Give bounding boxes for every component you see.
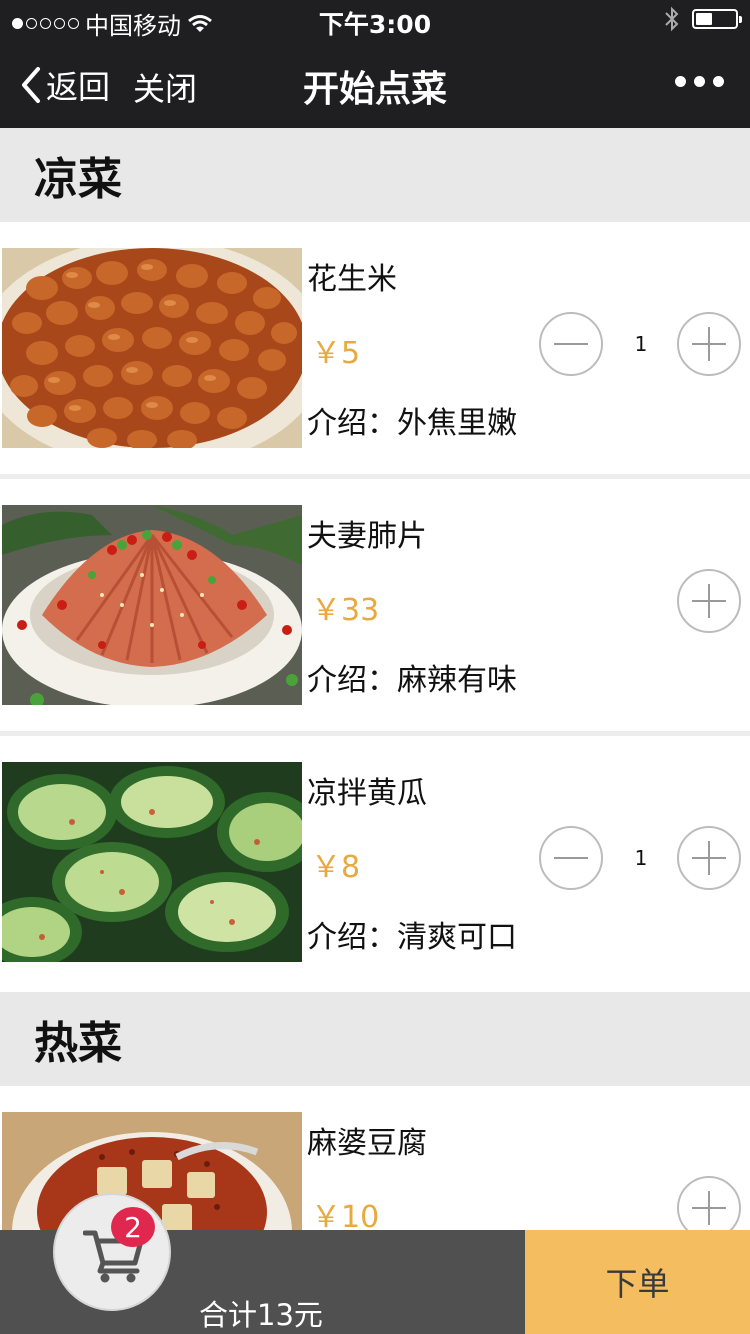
- decrease-quantity-button[interactable]: [539, 826, 603, 890]
- menu-list[interactable]: 凉菜 花生米 ￥5 介绍：外焦里嫩 1 夫妻肺片 ￥33 介绍：麻辣有味 凉拌黄…: [0, 128, 750, 1230]
- page-title: 开始点菜: [302, 69, 447, 110]
- cart-button[interactable]: [53, 1193, 171, 1311]
- category-header-hot: 热菜: [0, 992, 750, 1086]
- increase-quantity-button[interactable]: [677, 569, 741, 633]
- increase-quantity-button[interactable]: [677, 312, 741, 376]
- dish-name: 凉拌黄瓜: [307, 776, 427, 811]
- quantity-count: 1: [634, 332, 648, 356]
- increase-quantity-button[interactable]: [677, 826, 741, 890]
- nav-bar: 返回 关闭 开始点菜: [0, 40, 750, 128]
- cucumber-salad-photo: [2, 762, 302, 962]
- close-button[interactable]: 关闭: [133, 64, 197, 110]
- dish-item: 花生米 ￥5 介绍：外焦里嫩 1: [0, 222, 750, 479]
- dish-name: 麻婆豆腐: [307, 1126, 427, 1161]
- dish-item: 夫妻肺片 ￥33 介绍：麻辣有味: [0, 479, 750, 736]
- dish-price: ￥8: [311, 850, 361, 885]
- quantity-count: 1: [634, 846, 648, 870]
- fuqi-feipian-photo: [2, 505, 302, 705]
- place-order-button[interactable]: 下单: [525, 1230, 750, 1334]
- dish-description: 介绍：清爽可口: [307, 920, 517, 955]
- status-bar: 中国移动 下午3:00: [0, 0, 750, 40]
- dish-price: ￥33: [311, 593, 380, 628]
- peanuts-photo: [2, 248, 302, 448]
- bluetooth-icon: [665, 6, 679, 32]
- dish-item: 凉拌黄瓜 ￥8 介绍：清爽可口 1: [0, 736, 750, 992]
- cart-count-badge: 2: [111, 1207, 155, 1247]
- battery-icon: [692, 9, 742, 29]
- more-dots-icon[interactable]: [675, 76, 724, 87]
- increase-quantity-button[interactable]: [677, 1176, 741, 1230]
- category-header-cold: 凉菜: [0, 128, 750, 222]
- chevron-left-icon: [22, 67, 40, 103]
- dish-price: ￥5: [311, 336, 361, 371]
- dish-description: 介绍：外焦里嫩: [307, 406, 517, 441]
- clock: 下午3:00: [318, 10, 432, 39]
- dish-price: ￥10: [311, 1200, 380, 1230]
- dish-name: 花生米: [307, 262, 397, 297]
- back-label: 返回: [46, 68, 111, 106]
- decrease-quantity-button[interactable]: [539, 312, 603, 376]
- back-button[interactable]: 返回: [20, 62, 110, 108]
- dish-name: 夫妻肺片: [307, 519, 427, 554]
- dish-description: 介绍：麻辣有味: [307, 663, 517, 698]
- cart-total: 合计13元: [199, 1298, 323, 1332]
